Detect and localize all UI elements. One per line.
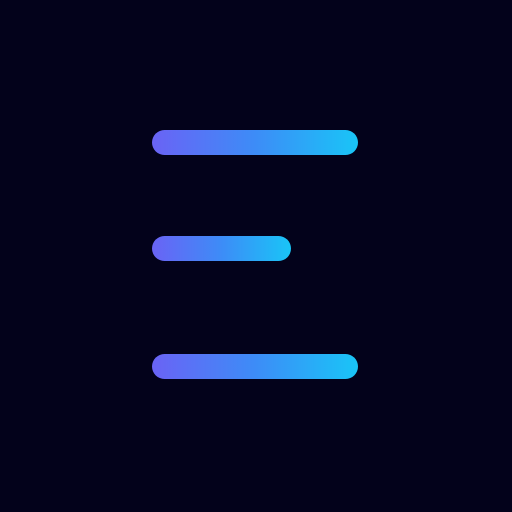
menu-lines-icon xyxy=(0,0,512,512)
line-bottom-bar xyxy=(152,354,358,379)
line-middle-bar xyxy=(152,236,291,261)
line-top-bar xyxy=(152,130,358,155)
